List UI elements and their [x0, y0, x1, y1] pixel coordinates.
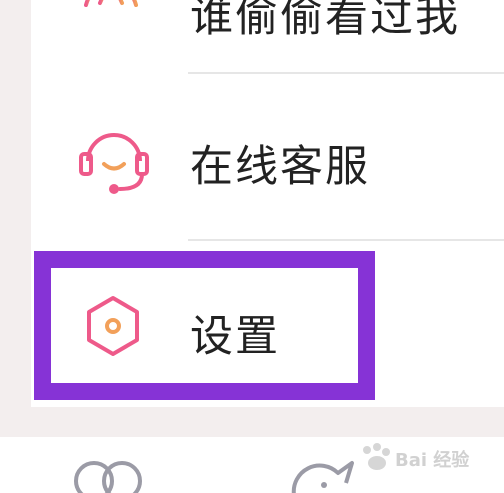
- overlap-circles-icon[interactable]: [70, 455, 146, 493]
- headset-icon: [76, 127, 149, 197]
- menu-item-who-viewed-me[interactable]: 谁偷偷看过我: [31, 0, 504, 70]
- paw-icon: [363, 443, 390, 470]
- menu-item-label: 谁偷偷看过我: [190, 0, 460, 42]
- menu-item-settings[interactable]: 设置: [31, 240, 504, 407]
- menu-panel: 谁偷偷看过我 在线客服 设置: [31, 0, 504, 407]
- menu-item-online-service[interactable]: 在线客服: [31, 72, 504, 238]
- menu-item-label: 在线客服: [190, 142, 370, 192]
- menu-item-label: 设置: [190, 312, 280, 362]
- screen: 谁偷偷看过我 在线客服 设置 Bai 经验: [0, 0, 504, 493]
- radar-icon: [76, 0, 146, 55]
- watermark: Bai 经验: [355, 438, 500, 478]
- bird-chat-icon[interactable]: [286, 455, 362, 493]
- watermark-text: Bai 经验: [395, 450, 470, 471]
- hexagon-settings-icon: [81, 292, 151, 362]
